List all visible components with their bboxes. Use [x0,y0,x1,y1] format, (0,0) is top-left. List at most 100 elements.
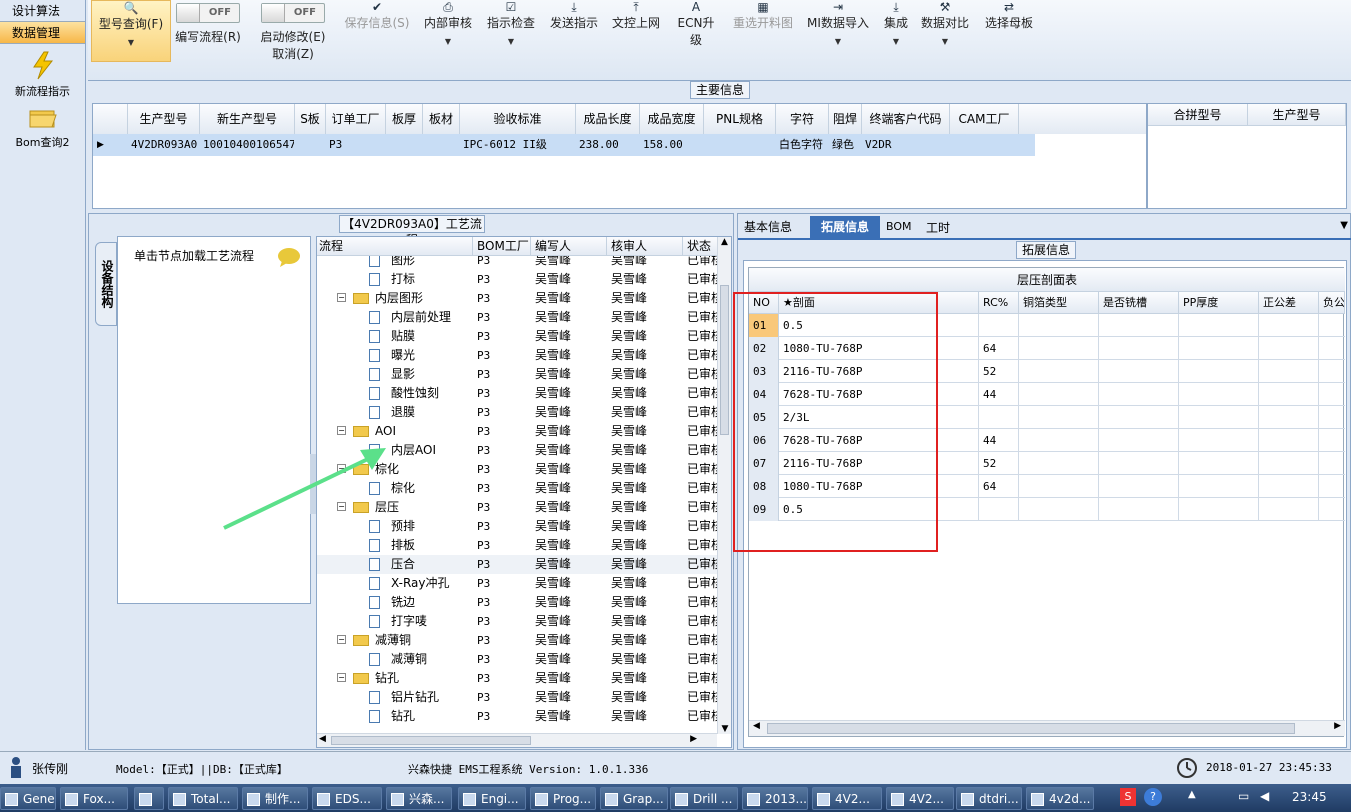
tab-extended-info[interactable]: 拓展信息 [810,216,880,240]
select-motherboard-button[interactable]: ⇄ 选择母板 [981,0,1037,60]
start-edit-toggle[interactable]: OFF 启动修改(E) 取消(Z) [256,3,330,63]
taskbar-button[interactable]: dtdri... [956,787,1022,810]
scroll-down-icon[interactable]: ▼ [718,724,731,734]
tree-row[interactable]: 减薄铜 P3 吴雪峰 吴雪峰 已审核 [317,650,717,669]
tree-row[interactable]: 贴膜 P3 吴雪峰 吴雪峰 已审核 [317,327,717,346]
rc-cell[interactable]: 64 [983,475,996,498]
rc-cell[interactable]: 44 [983,383,996,406]
taskbar-button[interactable]: 兴森... [386,787,452,810]
column-header[interactable]: 阻焊 [829,104,862,134]
column-header[interactable]: CAM工厂 [950,104,1019,134]
instruction-check-button[interactable]: ☑ 指示检查 ▼ [485,0,537,60]
send-instruction-button[interactable]: ⤓ 发送指示 [548,0,600,60]
tree-row[interactable]: − 内层图形 P3 吴雪峰 吴雪峰 已审核 [317,289,717,308]
taskbar-button[interactable]: 4V2... [812,787,882,810]
tab-work-hours[interactable]: 工时 [926,219,950,236]
tree-row[interactable]: 排板 P3 吴雪峰 吴雪峰 已审核 [317,536,717,555]
nav-item-new-flow[interactable]: 新流程指示 [0,50,85,99]
taskbar-button[interactable]: 2013... [742,787,808,810]
main-info-grid[interactable]: 生产型号 新生产型号 S板 订单工厂 板厚 板材 验收标准 成品长度 成品宽度 PNL规格 字符 阻焊… [92,103,1147,209]
taskbar-button[interactable]: Grap... [600,787,668,810]
tree-row[interactable]: − AOI P3 吴雪峰 吴雪峰 已审核 [317,422,717,441]
equipment-structure-tab[interactable]: 设备结构 [95,242,117,326]
tree-row[interactable]: 图形 P3 吴雪峰 吴雪峰 已审核 [317,256,717,270]
column-header[interactable]: 新生产型号 [200,104,295,134]
collapse-icon[interactable]: − [337,673,346,682]
column-header[interactable]: 板材 [423,104,460,134]
column-header[interactable]: 正公差 [1259,292,1319,314]
tray-chevron-up-icon[interactable]: ▲ [1188,789,1196,800]
chevron-down-icon[interactable]: ▼ [1340,220,1348,231]
collapse-icon[interactable]: − [337,293,346,302]
horizontal-scrollbar[interactable]: ◀ ▶ [749,720,1345,736]
tree-row[interactable]: 打字唛 P3 吴雪峰 吴雪峰 已审核 [317,612,717,631]
column-header[interactable]: 字符 [776,104,829,134]
save-info-button[interactable]: ✔ 保存信息(S) [341,0,413,60]
column-header[interactable]: PNL规格 [704,104,776,134]
nav-tab-design-algorithm[interactable]: 设计算法 [0,0,85,22]
taskbar-button[interactable]: Total... [168,787,238,810]
column-header[interactable]: RC% [979,292,1019,314]
column-header[interactable]: 编写人 [533,237,607,256]
column-header[interactable]: 成品长度 [576,104,640,134]
scroll-thumb[interactable] [331,736,531,745]
taskbar-button[interactable]: Gene... [0,787,56,810]
tree-row[interactable]: 酸性蚀刻 P3 吴雪峰 吴雪峰 已审核 [317,384,717,403]
tree-row[interactable]: 退膜 P3 吴雪峰 吴雪峰 已审核 [317,403,717,422]
horizontal-scrollbar[interactable]: ◀ ▶ [317,733,717,747]
tree-row[interactable]: 压合 P3 吴雪峰 吴雪峰 已审核 [317,555,717,574]
taskbar-button[interactable]: Engi... [458,787,526,810]
collapse-icon[interactable]: − [337,426,346,435]
scroll-left-icon[interactable]: ◀ [319,734,326,744]
taskbar-button[interactable]: Drill ... [670,787,738,810]
taskbar-button[interactable]: 4v2d... [1026,787,1094,810]
tree-row[interactable]: X-Ray冲孔 P3 吴雪峰 吴雪峰 已审核 [317,574,717,593]
scroll-up-icon[interactable]: ▲ [718,237,731,247]
tray-help-icon[interactable]: ? [1144,788,1162,806]
taskbar-button[interactable]: Prog... [530,787,596,810]
collapse-icon[interactable]: − [337,635,346,644]
integrate-button[interactable]: ⤓ 集成 ▼ [878,0,914,60]
rc-cell[interactable]: 52 [983,452,996,475]
tree-row[interactable]: − 减薄铜 P3 吴雪峰 吴雪峰 已审核 [317,631,717,650]
write-flow-toggle[interactable]: OFF 编写流程(R) [173,3,243,63]
rc-cell[interactable]: 52 [983,360,996,383]
taskbar-button[interactable]: 4V2... [886,787,954,810]
column-header[interactable]: 终端客户代码 [862,104,950,134]
tab-basic-info[interactable]: 基本信息 [744,218,792,235]
equipment-tree[interactable]: 单击节点加载工艺流程 [117,236,311,604]
tree-row[interactable]: 内层前处理 P3 吴雪峰 吴雪峰 已审核 [317,308,717,327]
nav-item-bom-query[interactable]: Bom查询2 [0,105,85,150]
mi-import-button[interactable]: ⇥ MI数据导入 ▼ [805,0,871,60]
scroll-thumb[interactable] [767,723,1295,734]
tray-s-icon[interactable]: S [1120,788,1136,806]
column-header[interactable]: 铜箔类型 [1019,292,1099,314]
column-header[interactable]: 流程 [317,237,473,256]
taskbar-button[interactable] [134,787,164,810]
rc-cell[interactable]: 64 [983,337,996,360]
scroll-right-icon[interactable]: ▶ [1334,721,1341,731]
column-header[interactable]: 生产型号 [1248,104,1346,126]
scroll-left-icon[interactable]: ◀ [753,721,760,731]
rc-cell[interactable]: 44 [983,429,996,452]
tree-row[interactable]: 显影 P3 吴雪峰 吴雪峰 已审核 [317,365,717,384]
column-header[interactable]: 板厚 [386,104,423,134]
tree-row[interactable]: − 钻孔 P3 吴雪峰 吴雪峰 已审核 [317,669,717,688]
tree-row[interactable]: 打标 P3 吴雪峰 吴雪峰 已审核 [317,270,717,289]
model-query-button[interactable]: 🔍 型号查询(F) ▼ [91,0,171,62]
doc-control-button[interactable]: ⤒ 文控上网 [610,0,662,60]
column-header[interactable]: 负公差 [1319,292,1345,314]
internal-review-button[interactable]: ⎙ 内部审核 ▼ [422,0,474,60]
taskbar-button[interactable]: EDS... [312,787,382,810]
tree-row[interactable]: 铝片钻孔 P3 吴雪峰 吴雪峰 已审核 [317,688,717,707]
tray-volume-icon[interactable]: ◀ [1260,789,1269,803]
column-header[interactable]: PP厚度 [1179,292,1259,314]
reselect-cutting-button[interactable]: ▦ 重选开料图 [730,0,796,60]
scroll-right-icon[interactable]: ▶ [690,734,697,744]
taskbar-button[interactable]: Fox... [60,787,128,810]
toggle-switch[interactable]: OFF [261,3,325,23]
column-header[interactable]: S板 [295,104,326,134]
column-header[interactable]: 合拼型号 [1148,104,1248,126]
column-header[interactable]: 订单工厂 [326,104,386,134]
column-header[interactable]: 成品宽度 [640,104,704,134]
